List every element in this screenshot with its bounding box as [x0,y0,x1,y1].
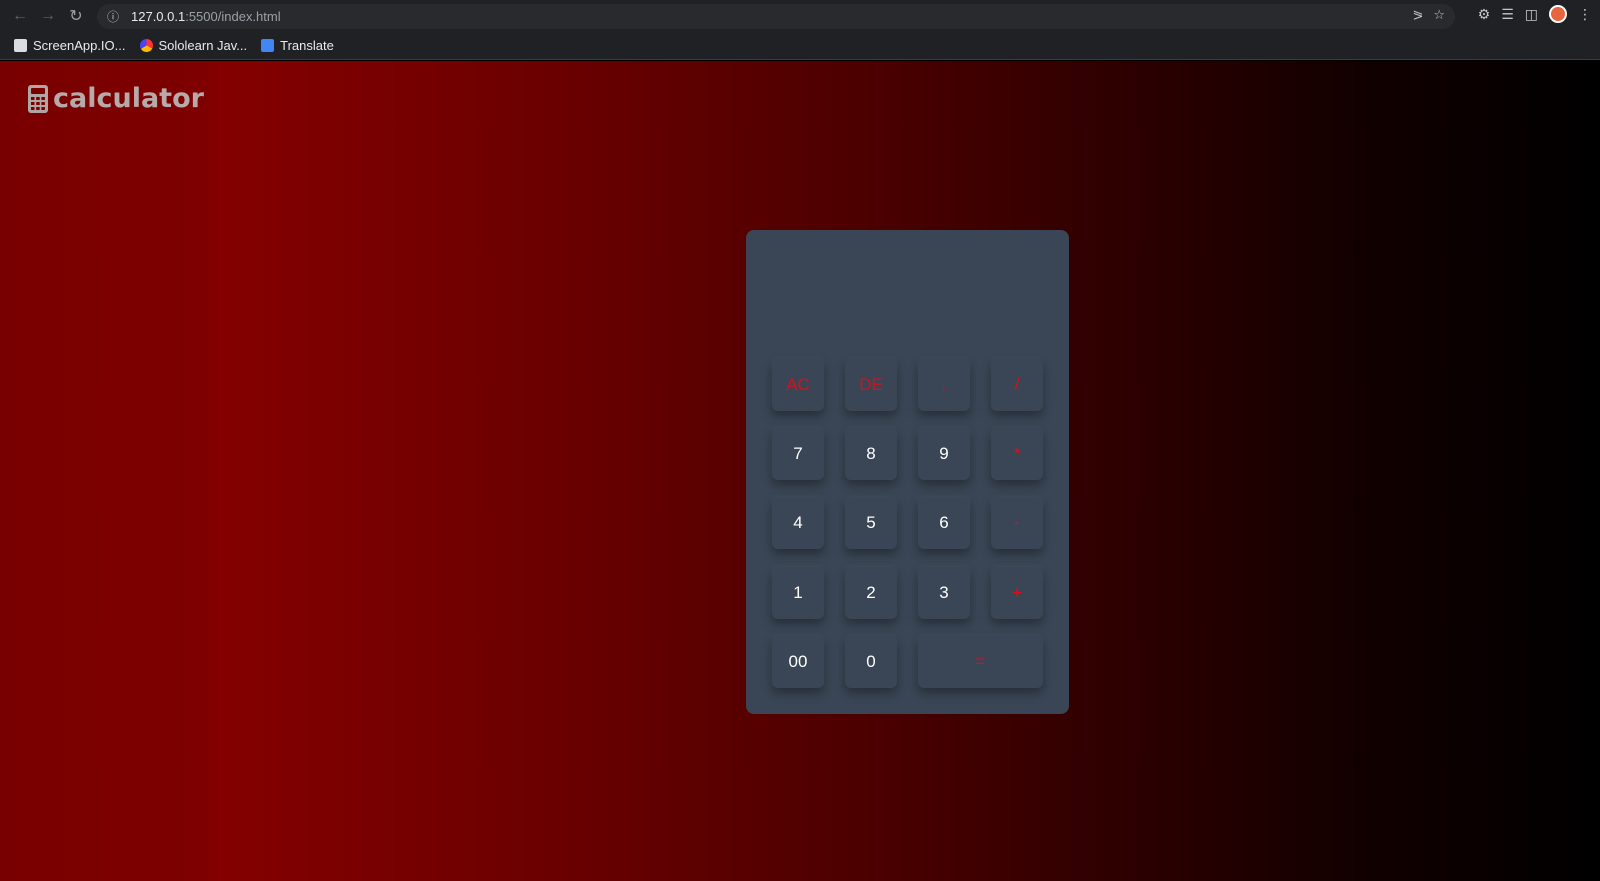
side-panel-icon[interactable]: ◫ [1525,6,1538,23]
decimal-button[interactable]: . [918,359,970,411]
reload-icon[interactable]: ↻ [62,2,90,30]
bookmark-screenapp[interactable]: ScreenApp.IO... [14,38,126,53]
clear-all-button[interactable]: AC [772,359,824,411]
sidebar-area [0,61,210,881]
profile-avatar[interactable] [1549,5,1567,23]
bookmark-star-icon[interactable]: ☆ [1433,7,1445,23]
digit-0-button[interactable]: 0 [845,636,897,688]
divide-button[interactable]: / [991,359,1043,411]
share-icon[interactable]: ⪖ [1412,7,1423,23]
media-queue-icon[interactable]: ☰ [1501,6,1514,23]
bookmark-label: ScreenApp.IO... [33,38,126,53]
calculator-panel: AC DE . / 7 8 9 * 4 5 6 - 1 2 3 + 00 0 = [746,230,1069,714]
bookmark-translate[interactable]: Translate [261,38,334,53]
extensions-icon[interactable]: ⚙ [1478,6,1491,23]
url-host: 127.0.0.1 [131,9,186,24]
calculator-display [766,244,1049,344]
bookmarks-bar: ScreenApp.IO... Sololearn Jav... Transla… [0,32,1600,60]
digit-8-button[interactable]: 8 [845,428,897,480]
delete-button[interactable]: DE [845,359,897,411]
multiply-button[interactable]: * [991,428,1043,480]
digit-6-button[interactable]: 6 [918,497,970,549]
digit-4-button[interactable]: 4 [772,497,824,549]
translate-icon [261,39,275,52]
sololearn-icon [139,39,153,52]
add-button[interactable]: + [991,567,1043,619]
bookmark-label: Translate [280,38,334,53]
menu-kebab-icon[interactable]: ⋮ [1578,6,1592,23]
digit-1-button[interactable]: 1 [772,567,824,619]
digit-7-button[interactable]: 7 [772,428,824,480]
info-icon[interactable]: ⓘ [107,8,125,25]
app-title: calculator [53,83,204,114]
app-logo: calculator [27,83,204,114]
back-arrow-icon[interactable]: ← [6,2,34,30]
screen-icon [14,39,27,52]
page-background: calculator AC DE . / 7 8 9 * 4 5 6 - 1 2… [0,61,1600,881]
address-bar[interactable]: ⓘ 127.0.0.1:5500/index.html ⪖ ☆ [97,4,1455,29]
bookmark-sololearn[interactable]: Sololearn Jav... [139,38,248,53]
subtract-button[interactable]: - [991,497,1043,549]
forward-arrow-icon[interactable]: → [34,2,62,30]
digit-2-button[interactable]: 2 [845,567,897,619]
digit-5-button[interactable]: 5 [845,497,897,549]
digit-3-button[interactable]: 3 [918,567,970,619]
bookmark-label: Sololearn Jav... [158,38,248,53]
equals-button[interactable]: = [918,636,1043,688]
digit-9-button[interactable]: 9 [918,428,970,480]
browser-toolbar: ← → ↻ ⓘ 127.0.0.1:5500/index.html ⪖ ☆ ⚙ … [0,0,1600,32]
url-path: :5500/index.html [185,9,281,24]
calculator-icon [28,84,48,113]
double-zero-button[interactable]: 00 [772,636,824,688]
